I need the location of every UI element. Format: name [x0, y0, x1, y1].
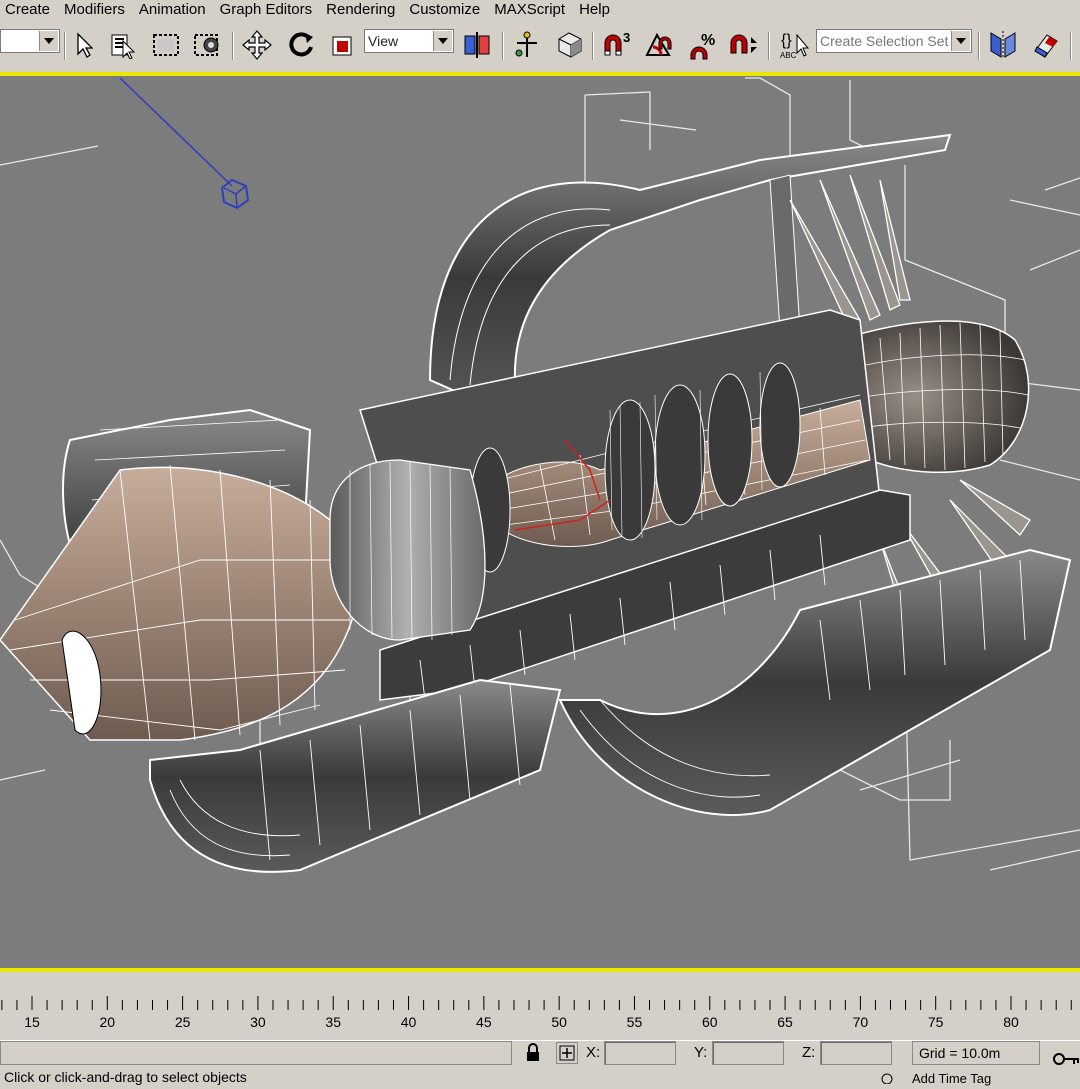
engine-wireframe-model	[0, 77, 1080, 873]
toolbar-separator	[502, 32, 504, 60]
toolbar-separator	[978, 32, 980, 60]
main-toolbar: View 3 % {} ABC Create Selection Set	[0, 20, 1080, 73]
snaps-toggle-button[interactable]: 3	[598, 30, 638, 60]
align-icon	[1034, 34, 1058, 58]
timeline-tick-label: 50	[551, 1014, 567, 1030]
status-bar: Click or click-and-drag to select object…	[0, 1040, 1080, 1086]
menu-bar: Create Modifiers Animation Graph Editors…	[0, 0, 1080, 20]
timeline-tick-label: 30	[250, 1014, 266, 1030]
arrow-cursor-icon	[77, 32, 93, 58]
svg-text:ABC: ABC	[780, 51, 797, 60]
move-icon	[242, 30, 272, 60]
timeline-tick-label: 80	[1003, 1014, 1019, 1030]
perspective-viewport[interactable]	[0, 76, 1080, 968]
x-label: X:	[586, 1044, 601, 1061]
select-by-name-icon	[111, 34, 136, 59]
timeline-tick-label: 25	[174, 1014, 191, 1030]
selection-lock-toggle[interactable]	[524, 1043, 542, 1068]
spinner-snap-icon	[730, 34, 757, 54]
named-selection-icon: {} ABC	[780, 32, 810, 60]
mirror-button[interactable]	[986, 30, 1020, 60]
chevron-down-icon	[433, 31, 452, 51]
toolbar-separator	[768, 32, 770, 60]
camera-target	[119, 77, 250, 210]
status-prompt: Click or click-and-drag to select object…	[4, 1069, 247, 1085]
chevron-down-icon	[951, 31, 970, 51]
reference-coordinate-dropdown[interactable]: View	[364, 29, 454, 53]
timeline-tick-label: 75	[927, 1014, 944, 1030]
timeline-tick-label: 15	[24, 1014, 40, 1030]
timeline-track[interactable]: 15 20 25 30 35 40 45 50 55 60 65 70 75 80	[0, 972, 1080, 1040]
svg-text:{}: {}	[781, 32, 792, 49]
spinner-snap-toggle-button[interactable]	[726, 30, 762, 60]
z-label: Z:	[802, 1044, 816, 1061]
key-mode-icon[interactable]	[1052, 1049, 1080, 1074]
select-and-manipulate-button[interactable]	[510, 30, 544, 60]
timeline-tick-label: 40	[400, 1014, 417, 1030]
svg-text:%: %	[701, 32, 715, 49]
svg-text:3: 3	[623, 30, 630, 45]
y-coordinate-field[interactable]	[712, 1041, 784, 1065]
keyboard-shortcut-override-button[interactable]	[552, 30, 586, 60]
window-crossing-button[interactable]	[192, 30, 226, 60]
cube-icon	[558, 32, 582, 58]
rotate-icon	[289, 32, 313, 57]
menu-maxscript[interactable]: MAXScript	[489, 0, 574, 20]
timeline-tick-label: 70	[852, 1014, 869, 1030]
angle-snap-icon	[645, 32, 672, 56]
select-object-button[interactable]	[70, 30, 96, 60]
timeline-tick-label: 60	[701, 1014, 718, 1030]
chevron-down-icon	[39, 31, 58, 51]
toolbar-separator	[1070, 32, 1072, 60]
toolbar-separator	[592, 32, 594, 60]
scale-icon	[332, 36, 352, 56]
grid-spacing-display: Grid = 10.0m	[912, 1041, 1040, 1065]
align-button[interactable]	[1028, 30, 1064, 60]
add-time-tag[interactable]: Add Time Tag	[912, 1071, 991, 1086]
percent-snap-toggle-button[interactable]: %	[686, 30, 722, 60]
angle-snap-toggle-button[interactable]	[642, 30, 678, 60]
menu-rendering[interactable]: Rendering	[321, 0, 404, 20]
menu-animation[interactable]: Animation	[134, 0, 215, 20]
toolbar-separator	[232, 32, 234, 60]
timeline-tick-label: 35	[325, 1014, 342, 1030]
key-icon	[1053, 1053, 1079, 1065]
timeline-tick-label: 45	[476, 1014, 492, 1030]
use-pivot-center-button[interactable]	[460, 30, 496, 60]
timeline-ruler	[1, 996, 1072, 1010]
named-selection-sets-field[interactable]: Create Selection Set	[816, 29, 972, 53]
timeline-tick-label: 65	[777, 1014, 793, 1030]
absolute-mode-transform-toggle[interactable]	[556, 1042, 578, 1064]
select-and-move-button[interactable]	[240, 30, 274, 60]
menu-help[interactable]: Help	[574, 0, 619, 20]
transform-type-in-icon	[559, 1045, 575, 1061]
z-coordinate-field[interactable]	[820, 1041, 892, 1065]
time-tag-icon[interactable]	[880, 1071, 894, 1089]
y-label: Y:	[694, 1044, 708, 1061]
window-crossing-icon	[194, 34, 219, 56]
menu-graph-editors[interactable]: Graph Editors	[215, 0, 322, 20]
select-and-rotate-button[interactable]	[284, 30, 318, 60]
mirror-icon	[990, 31, 1016, 59]
menu-customize[interactable]: Customize	[404, 0, 489, 20]
rect-selection-icon	[153, 34, 179, 56]
select-and-scale-button[interactable]	[328, 30, 358, 60]
timeline-tick-label: 55	[626, 1014, 643, 1030]
edit-named-selection-button[interactable]: {} ABC	[776, 30, 812, 60]
rectangular-selection-button[interactable]	[150, 30, 182, 60]
timeline-tick-label: 20	[99, 1014, 116, 1030]
x-coordinate-field[interactable]	[604, 1041, 676, 1065]
time-config-icon	[881, 1073, 893, 1085]
percent-snap-icon: %	[690, 32, 715, 60]
select-by-name-button[interactable]	[108, 30, 138, 60]
lock-icon	[527, 1043, 539, 1061]
selection-filter-dropdown[interactable]	[0, 29, 60, 53]
maxscript-listener[interactable]	[0, 1041, 512, 1065]
toolbar-separator	[64, 32, 66, 60]
pivot-center-icon	[464, 32, 490, 58]
magnet-snap-icon: 3	[604, 30, 630, 56]
menu-modifiers[interactable]: Modifiers	[59, 0, 134, 20]
menu-create[interactable]: Create	[0, 0, 59, 20]
manipulate-icon	[515, 31, 537, 57]
